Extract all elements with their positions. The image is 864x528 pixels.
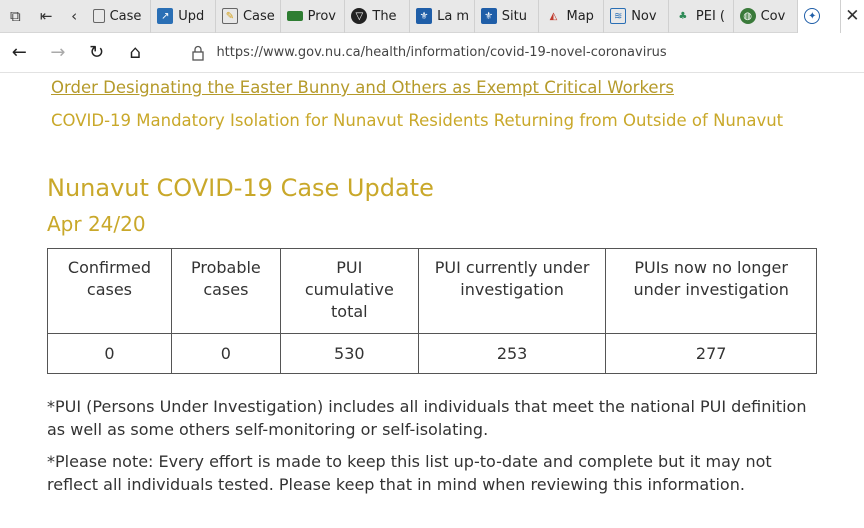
tab-label: Nov <box>631 8 657 24</box>
easter-bunny-order-link[interactable]: Order Designating the Easter Bunny and O… <box>51 78 674 97</box>
url-text: https://www.gov.nu.ca/health/information… <box>216 45 667 60</box>
flag-icon <box>286 11 303 21</box>
page-title: Nunavut COVID-19 Case Update <box>47 174 434 202</box>
forward-icon[interactable]: → <box>39 33 78 73</box>
cell-pui-cumulative-total: 530 <box>279 333 419 374</box>
browser-tab[interactable]: Prov <box>281 0 346 33</box>
browser-tab[interactable]: Case <box>87 0 152 33</box>
flag-icon: ≋ <box>610 8 627 24</box>
set-tabs-aside-icon[interactable]: ⇤ <box>31 0 62 33</box>
completeness-disclaimer-note: *Please note: Every effort is made to ke… <box>47 452 772 494</box>
nunavut-icon: ✦ <box>804 8 821 24</box>
tab-label: The <box>372 8 397 24</box>
browser-tab-active[interactable]: ✦ <box>798 0 841 33</box>
close-tab-icon[interactable]: ✕ <box>840 0 864 33</box>
cell-probable-cases: 0 <box>170 333 281 374</box>
update-date: Apr 24/20 <box>47 212 146 236</box>
browser-tab[interactable]: ✎ Case <box>216 0 281 33</box>
browser-tab[interactable]: ♣ PEI ( <box>669 0 734 33</box>
shield-icon: ▽ <box>351 8 368 24</box>
fleur-icon: ⚜ <box>480 8 497 24</box>
header-probable-cases: Probable cases <box>170 248 281 334</box>
fleur-icon: ⚜ <box>416 8 433 24</box>
tab-label: Map <box>566 8 594 24</box>
lock-icon <box>188 43 208 63</box>
tab-strip: ⧉ ⇤ ‹ Case ↗ Upd ✎ Case Prov ▽ The ⚜ La … <box>0 0 864 33</box>
browser-tab[interactable]: ◍ Cov <box>734 0 799 33</box>
map-icon: ◭ <box>549 10 558 22</box>
mandatory-isolation-link[interactable]: COVID-19 Mandatory Isolation for Nunavut… <box>51 111 783 130</box>
doc-icon <box>92 9 105 23</box>
browser-tab[interactable]: ↗ Upd <box>151 0 216 33</box>
chart-icon: ↗ <box>157 8 174 24</box>
table-row: 0 0 530 253 277 <box>47 333 817 374</box>
doc-icon: ✎ <box>221 8 238 24</box>
browser-tab[interactable]: ▽ The <box>345 0 411 33</box>
pui-definition-note: *PUI (Persons Under Investigation) inclu… <box>47 397 807 439</box>
tab-label: PEI ( <box>695 8 725 24</box>
tab-label: Prov <box>307 8 336 24</box>
browser-tab[interactable]: ⚜ Situ <box>475 0 540 33</box>
case-table: Confirmed cases Probable cases PUI cumul… <box>47 248 817 374</box>
browser-tab[interactable]: ⚜ La m <box>410 0 475 33</box>
browser-tab[interactable]: ≋ Nov <box>604 0 669 33</box>
browser-tab[interactable]: ◭ Map <box>539 0 605 33</box>
scroll-tabs-left-icon[interactable]: ‹ <box>62 0 87 33</box>
tab-actions-icon[interactable]: ⧉ <box>0 0 31 33</box>
cell-pui-under-investigation: 253 <box>417 333 607 374</box>
header-pui-no-longer-under-investigation: PUIs now no longer under investigation <box>605 248 817 334</box>
header-confirmed-cases: Confirmed cases <box>47 248 172 334</box>
tab-label: La m <box>437 8 470 24</box>
tab-label: Upd <box>178 8 205 24</box>
cell-confirmed-cases: 0 <box>47 333 172 374</box>
tab-label: Case <box>242 8 275 24</box>
home-icon[interactable]: ⌂ <box>116 33 155 73</box>
cell-pui-no-longer-under-investigation: 277 <box>605 333 817 374</box>
tree-icon: ♣ <box>678 10 688 22</box>
back-icon[interactable]: ← <box>0 33 39 73</box>
address-toolbar: ← → ↻ ⌂ https://www.gov.nu.ca/health/inf… <box>0 33 864 73</box>
table-header-row: Confirmed cases Probable cases PUI cumul… <box>47 248 817 334</box>
header-pui-under-investigation: PUI currently under investigation <box>417 248 607 334</box>
tab-label: Cov <box>760 8 786 24</box>
page-content: Order Designating the Easter Bunny and O… <box>0 74 864 528</box>
globe-icon: ◍ <box>739 8 756 24</box>
header-pui-cumulative-total: PUI cumulative total <box>279 248 419 334</box>
tab-label: Situ <box>501 8 527 24</box>
address-bar[interactable]: https://www.gov.nu.ca/health/information… <box>188 38 864 68</box>
tab-label: Case <box>109 8 142 24</box>
refresh-icon[interactable]: ↻ <box>77 33 116 73</box>
